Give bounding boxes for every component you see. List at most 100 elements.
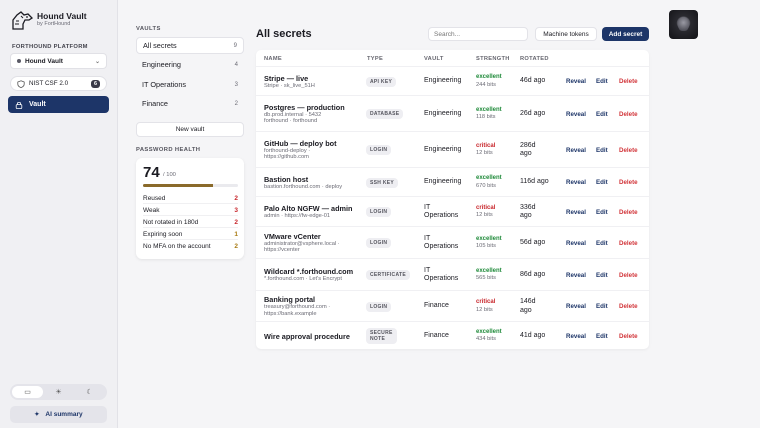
secret-name-cell: Stripe — live Stripe · sk_live_51H — [264, 74, 315, 90]
secret-name[interactable]: Wildcard *.forthound.com — [264, 267, 353, 276]
edit-button[interactable]: Edit — [596, 78, 608, 85]
vault-item-engineering[interactable]: Engineering 4 — [136, 56, 244, 73]
strength-label: critical — [476, 299, 496, 306]
vault-cell: Engineering — [424, 178, 461, 187]
secret-name-cell: VMware vCenter administrator@vsphere.loca… — [264, 232, 340, 254]
reveal-button[interactable]: Reveal — [566, 78, 586, 85]
strength-label: critical — [476, 204, 496, 211]
rotated-value: 46d ago — [520, 77, 546, 85]
health-row-expiring-soon: Expiring soon 1 — [143, 229, 238, 240]
reveal-button[interactable]: Reveal — [566, 111, 586, 118]
chevron-down-icon: ⌄ — [94, 58, 100, 65]
strength-cell: excellent 670 bits — [476, 175, 502, 190]
strength-label: excellent — [476, 328, 502, 335]
rotated-cell: 286d ago — [520, 142, 536, 159]
edit-button[interactable]: Edit — [596, 303, 608, 310]
type-badge-text: API KEY — [370, 78, 393, 85]
edit-button[interactable]: Edit — [596, 179, 608, 186]
secret-name[interactable]: GitHub — deploy bot — [264, 139, 337, 148]
new-vault-button[interactable]: New vault — [136, 122, 244, 137]
edit-button[interactable]: Edit — [596, 333, 608, 340]
vault-cell: Engineering — [424, 146, 461, 155]
edit-button[interactable]: Edit — [596, 147, 608, 154]
type-badge: SECURE NOTE — [366, 328, 397, 344]
rotated-cell: 56d ago — [520, 239, 545, 248]
vault-cell: IT Operations — [424, 267, 458, 284]
hound-logo-icon — [12, 11, 34, 30]
delete-button[interactable]: Delete — [619, 303, 638, 310]
monitor-icon[interactable]: ▭ — [12, 386, 43, 398]
edit-button[interactable]: Edit — [596, 272, 608, 279]
health-row-label: No MFA on the account — [143, 243, 211, 250]
reveal-button[interactable]: Reveal — [566, 333, 586, 340]
reveal-button[interactable]: Reveal — [566, 272, 586, 279]
secret-detail: forthound · forthound — [264, 118, 318, 125]
vaults-heading: VAULTS — [136, 26, 161, 32]
health-row-no-mfa: No MFA on the account 2 — [143, 241, 238, 252]
strength-cell: excellent 244 bits — [476, 74, 502, 89]
reveal-button[interactable]: Reveal — [566, 147, 586, 154]
secret-name[interactable]: Wire approval procedure — [264, 332, 350, 341]
reveal-button[interactable]: Reveal — [566, 303, 586, 310]
strength-label: excellent — [476, 106, 502, 113]
strength-cell: critical 12 bits — [476, 299, 495, 314]
framework-item[interactable]: NIST CSF 2.0 6 — [10, 76, 107, 91]
secret-name[interactable]: Palo Alto NGFW — admin — [264, 204, 353, 213]
column-header-rotated: ROTATED — [520, 56, 549, 62]
health-row-value: 3 — [234, 206, 238, 214]
type-badge-text: NOTE — [370, 336, 386, 342]
type-badge: SSH KEY — [366, 177, 399, 188]
secret-name[interactable]: VMware vCenter — [264, 232, 340, 241]
reveal-button[interactable]: Reveal — [566, 209, 586, 216]
secret-name[interactable]: Postgres — production — [264, 103, 345, 112]
health-score-max: / 100 — [163, 172, 176, 178]
delete-button[interactable]: Delete — [619, 147, 638, 154]
rotated-value: 86d ago — [520, 270, 546, 278]
vault-cell: IT Operations — [424, 204, 458, 221]
table-row: Palo Alto NGFW — admin admin · https://fw… — [256, 196, 649, 226]
edit-button[interactable]: Edit — [596, 209, 608, 216]
type-badge-text: LOGIN — [370, 209, 388, 215]
vault-item-finance[interactable]: Finance 2 — [136, 95, 244, 112]
machine-tokens-button[interactable]: Machine tokens — [535, 27, 597, 41]
nav-item-vault[interactable]: Vault — [8, 96, 109, 113]
delete-button[interactable]: Delete — [619, 272, 638, 279]
vault-name: Engineering — [424, 178, 462, 186]
vault-cell: Finance — [424, 332, 449, 341]
product-dot-icon — [17, 59, 21, 63]
delete-button[interactable]: Delete — [619, 78, 638, 85]
vault-item-all-secrets[interactable]: All secrets 9 — [136, 37, 244, 54]
vault-item-count: 4 — [234, 61, 238, 68]
sparkle-icon: ✦ — [34, 412, 40, 418]
reveal-button[interactable]: Reveal — [566, 240, 586, 247]
delete-button[interactable]: Delete — [619, 240, 638, 247]
search-input[interactable] — [428, 27, 528, 41]
delete-button[interactable]: Delete — [619, 209, 638, 216]
edit-button[interactable]: Edit — [596, 111, 608, 118]
delete-button[interactable]: Delete — [619, 111, 638, 118]
secret-detail: https://vcenter — [264, 247, 300, 254]
column-header-name: NAME — [264, 56, 282, 62]
sun-icon[interactable]: ☀ — [43, 386, 74, 398]
moon-icon[interactable]: ☾ — [74, 386, 105, 398]
nav-item-vault-label: Vault — [29, 101, 46, 108]
health-row-label: Expiring soon — [143, 230, 183, 238]
product-select[interactable]: Hound Vault ⌄ — [10, 53, 107, 69]
strength-cell: excellent 565 bits — [476, 268, 502, 283]
strength-bits: 12 bits — [476, 306, 493, 313]
rotated-cell: 26d ago — [520, 110, 545, 119]
ai-summary-button[interactable]: ✦ AI summary — [10, 406, 107, 423]
rotated-cell: 86d ago — [520, 271, 545, 280]
delete-button[interactable]: Delete — [619, 179, 638, 186]
delete-button[interactable]: Delete — [619, 333, 638, 340]
avatar[interactable] — [669, 10, 698, 39]
reveal-button[interactable]: Reveal — [566, 179, 586, 186]
secret-name[interactable]: Banking portal — [264, 295, 330, 304]
secret-name[interactable]: Stripe — live — [264, 74, 315, 83]
secret-name[interactable]: Bastion host — [264, 175, 342, 184]
edit-button[interactable]: Edit — [596, 240, 608, 247]
add-secret-button[interactable]: Add secret — [602, 27, 649, 41]
column-header-strength: STRENGTH — [476, 56, 510, 62]
type-badge-text: CERTIFICATE — [370, 272, 406, 278]
vault-item-it-operations[interactable]: IT Operations 3 — [136, 76, 244, 93]
